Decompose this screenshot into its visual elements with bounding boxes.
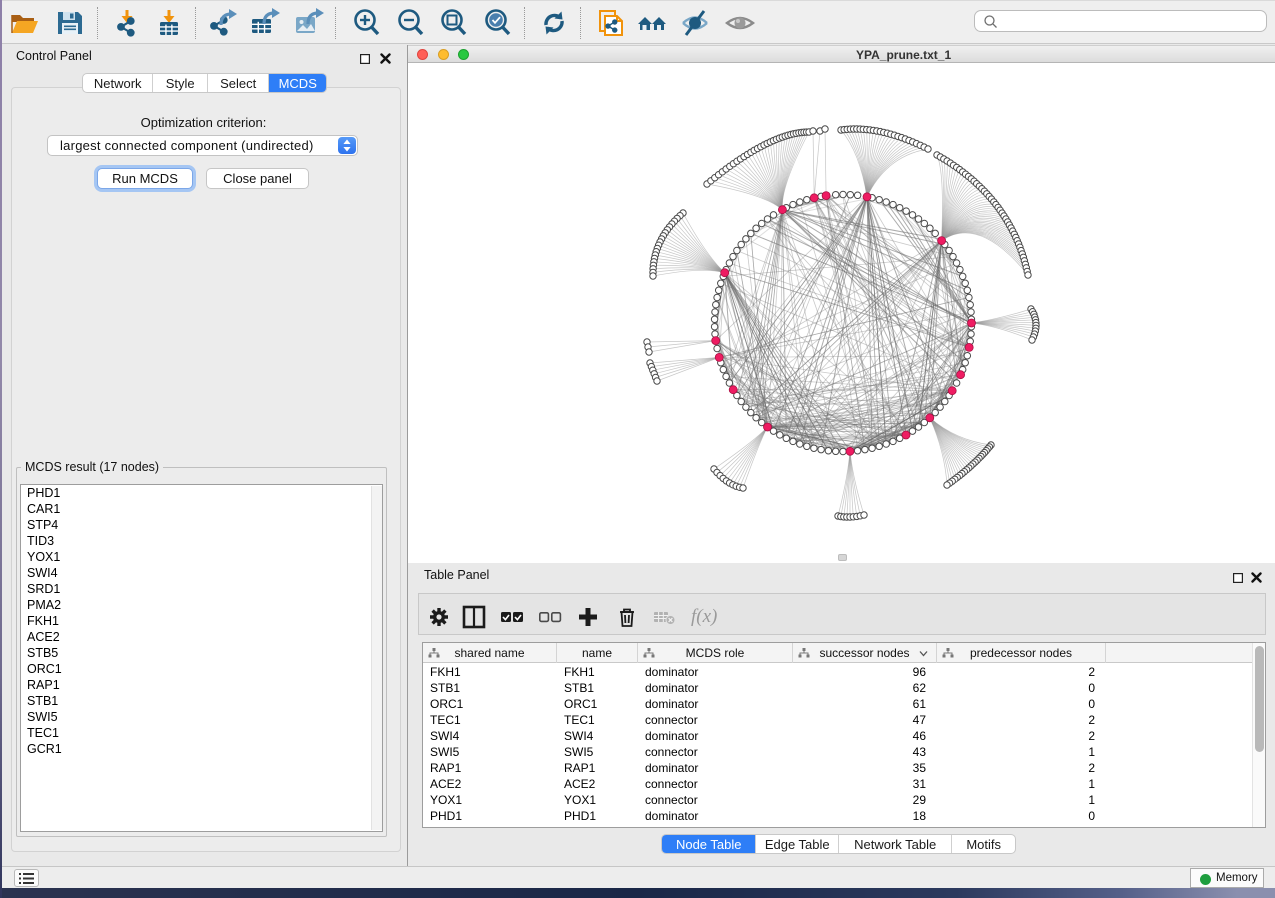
svg-text:f(x): f(x) xyxy=(691,606,717,627)
